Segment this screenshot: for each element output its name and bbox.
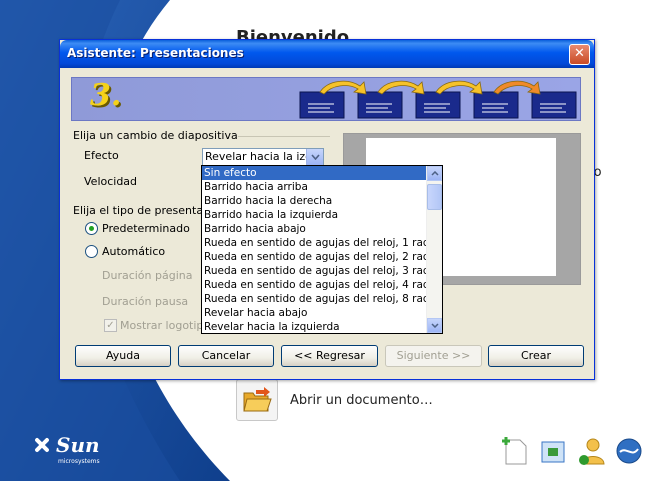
svg-text:microsystems: microsystems — [58, 458, 100, 465]
dropdown-option[interactable]: Sin efecto — [202, 166, 426, 180]
effect-dropdown-list[interactable]: Sin efecto Barrido hacia arriba Barrido ha… — [201, 165, 443, 334]
back-button[interactable]: << Regresar — [281, 345, 378, 367]
show-logo-label: Mostrar logotipo — [120, 319, 211, 332]
open-document-label: Abrir un documento… — [290, 392, 433, 408]
chevron-down-icon[interactable] — [306, 149, 323, 165]
scroll-up-button[interactable] — [427, 166, 442, 181]
wizard-banner: 3. — [71, 77, 581, 121]
dropdown-option[interactable]: Rueda en sentido de agujas del reloj, 1 … — [202, 236, 426, 250]
group-divider — [238, 136, 330, 137]
new-document-icon[interactable] — [498, 434, 532, 468]
dropdown-option[interactable]: Rueda en sentido de agujas del reloj, 8 … — [202, 292, 426, 306]
speed-label: Velocidad — [84, 175, 138, 188]
scroll-thumb[interactable] — [427, 184, 442, 210]
dropdown-option[interactable]: Rueda en sentido de agujas del reloj, 4 … — [202, 278, 426, 292]
folder-open-icon — [236, 379, 278, 421]
dropdown-items: Sin efecto Barrido hacia arriba Barrido ha… — [202, 166, 426, 333]
radio-automatic[interactable] — [85, 245, 98, 258]
cancel-button[interactable]: Cancelar — [178, 345, 274, 367]
next-button[interactable]: Siguiente >> — [385, 345, 482, 367]
sun-logo: Sun microsystems — [28, 430, 118, 470]
openoffice-icon[interactable] — [612, 434, 646, 468]
dropdown-option[interactable]: Barrido hacia arriba — [202, 180, 426, 194]
scroll-down-button[interactable] — [427, 318, 442, 333]
open-document-link[interactable]: Abrir un documento… — [236, 379, 433, 421]
dropdown-option[interactable]: Barrido hacia abajo — [202, 222, 426, 236]
dialog-titlebar[interactable]: Asistente: Presentaciones ✕ — [60, 40, 594, 68]
dropdown-option[interactable]: Revelar hacia la izquierda — [202, 320, 426, 333]
dropdown-option[interactable]: Rueda en sentido de agujas del reloj, 3 … — [202, 264, 426, 278]
dropdown-scrollbar[interactable] — [426, 166, 442, 333]
radio-default-label: Predeterminado — [102, 222, 190, 235]
create-button[interactable]: Crear — [488, 345, 584, 367]
dropdown-option[interactable]: Rueda en sentido de agujas del reloj, 2 … — [202, 250, 426, 264]
slide-transition-icon — [299, 80, 577, 119]
effect-label: Efecto — [84, 149, 119, 162]
dropdown-option[interactable]: Barrido hacia la izquierda — [202, 208, 426, 222]
svg-text:Sun: Sun — [56, 433, 100, 457]
dropdown-option[interactable]: Barrido hacia la derecha — [202, 194, 426, 208]
effect-combobox[interactable]: Revelar hacia la izquierda — [202, 148, 324, 166]
duration-page-label: Duración página — [102, 269, 193, 282]
close-button[interactable]: ✕ — [569, 44, 590, 65]
radio-automatic-label: Automático — [102, 245, 166, 258]
transition-group-label: Elija un cambio de diapositiva — [73, 129, 238, 142]
radio-default[interactable] — [85, 222, 98, 235]
user-register-icon[interactable] — [574, 434, 608, 468]
close-icon: ✕ — [574, 46, 585, 61]
help-button[interactable]: Ayuda — [75, 345, 171, 367]
show-logo-checkbox[interactable]: ✓ — [104, 319, 117, 332]
dialog-title: Asistente: Presentaciones — [67, 46, 244, 60]
bottom-toolbar — [498, 434, 646, 468]
dropdown-option[interactable]: Revelar hacia abajo — [202, 306, 426, 320]
duration-pause-label: Duración pausa — [102, 295, 189, 308]
extension-icon[interactable] — [536, 434, 570, 468]
